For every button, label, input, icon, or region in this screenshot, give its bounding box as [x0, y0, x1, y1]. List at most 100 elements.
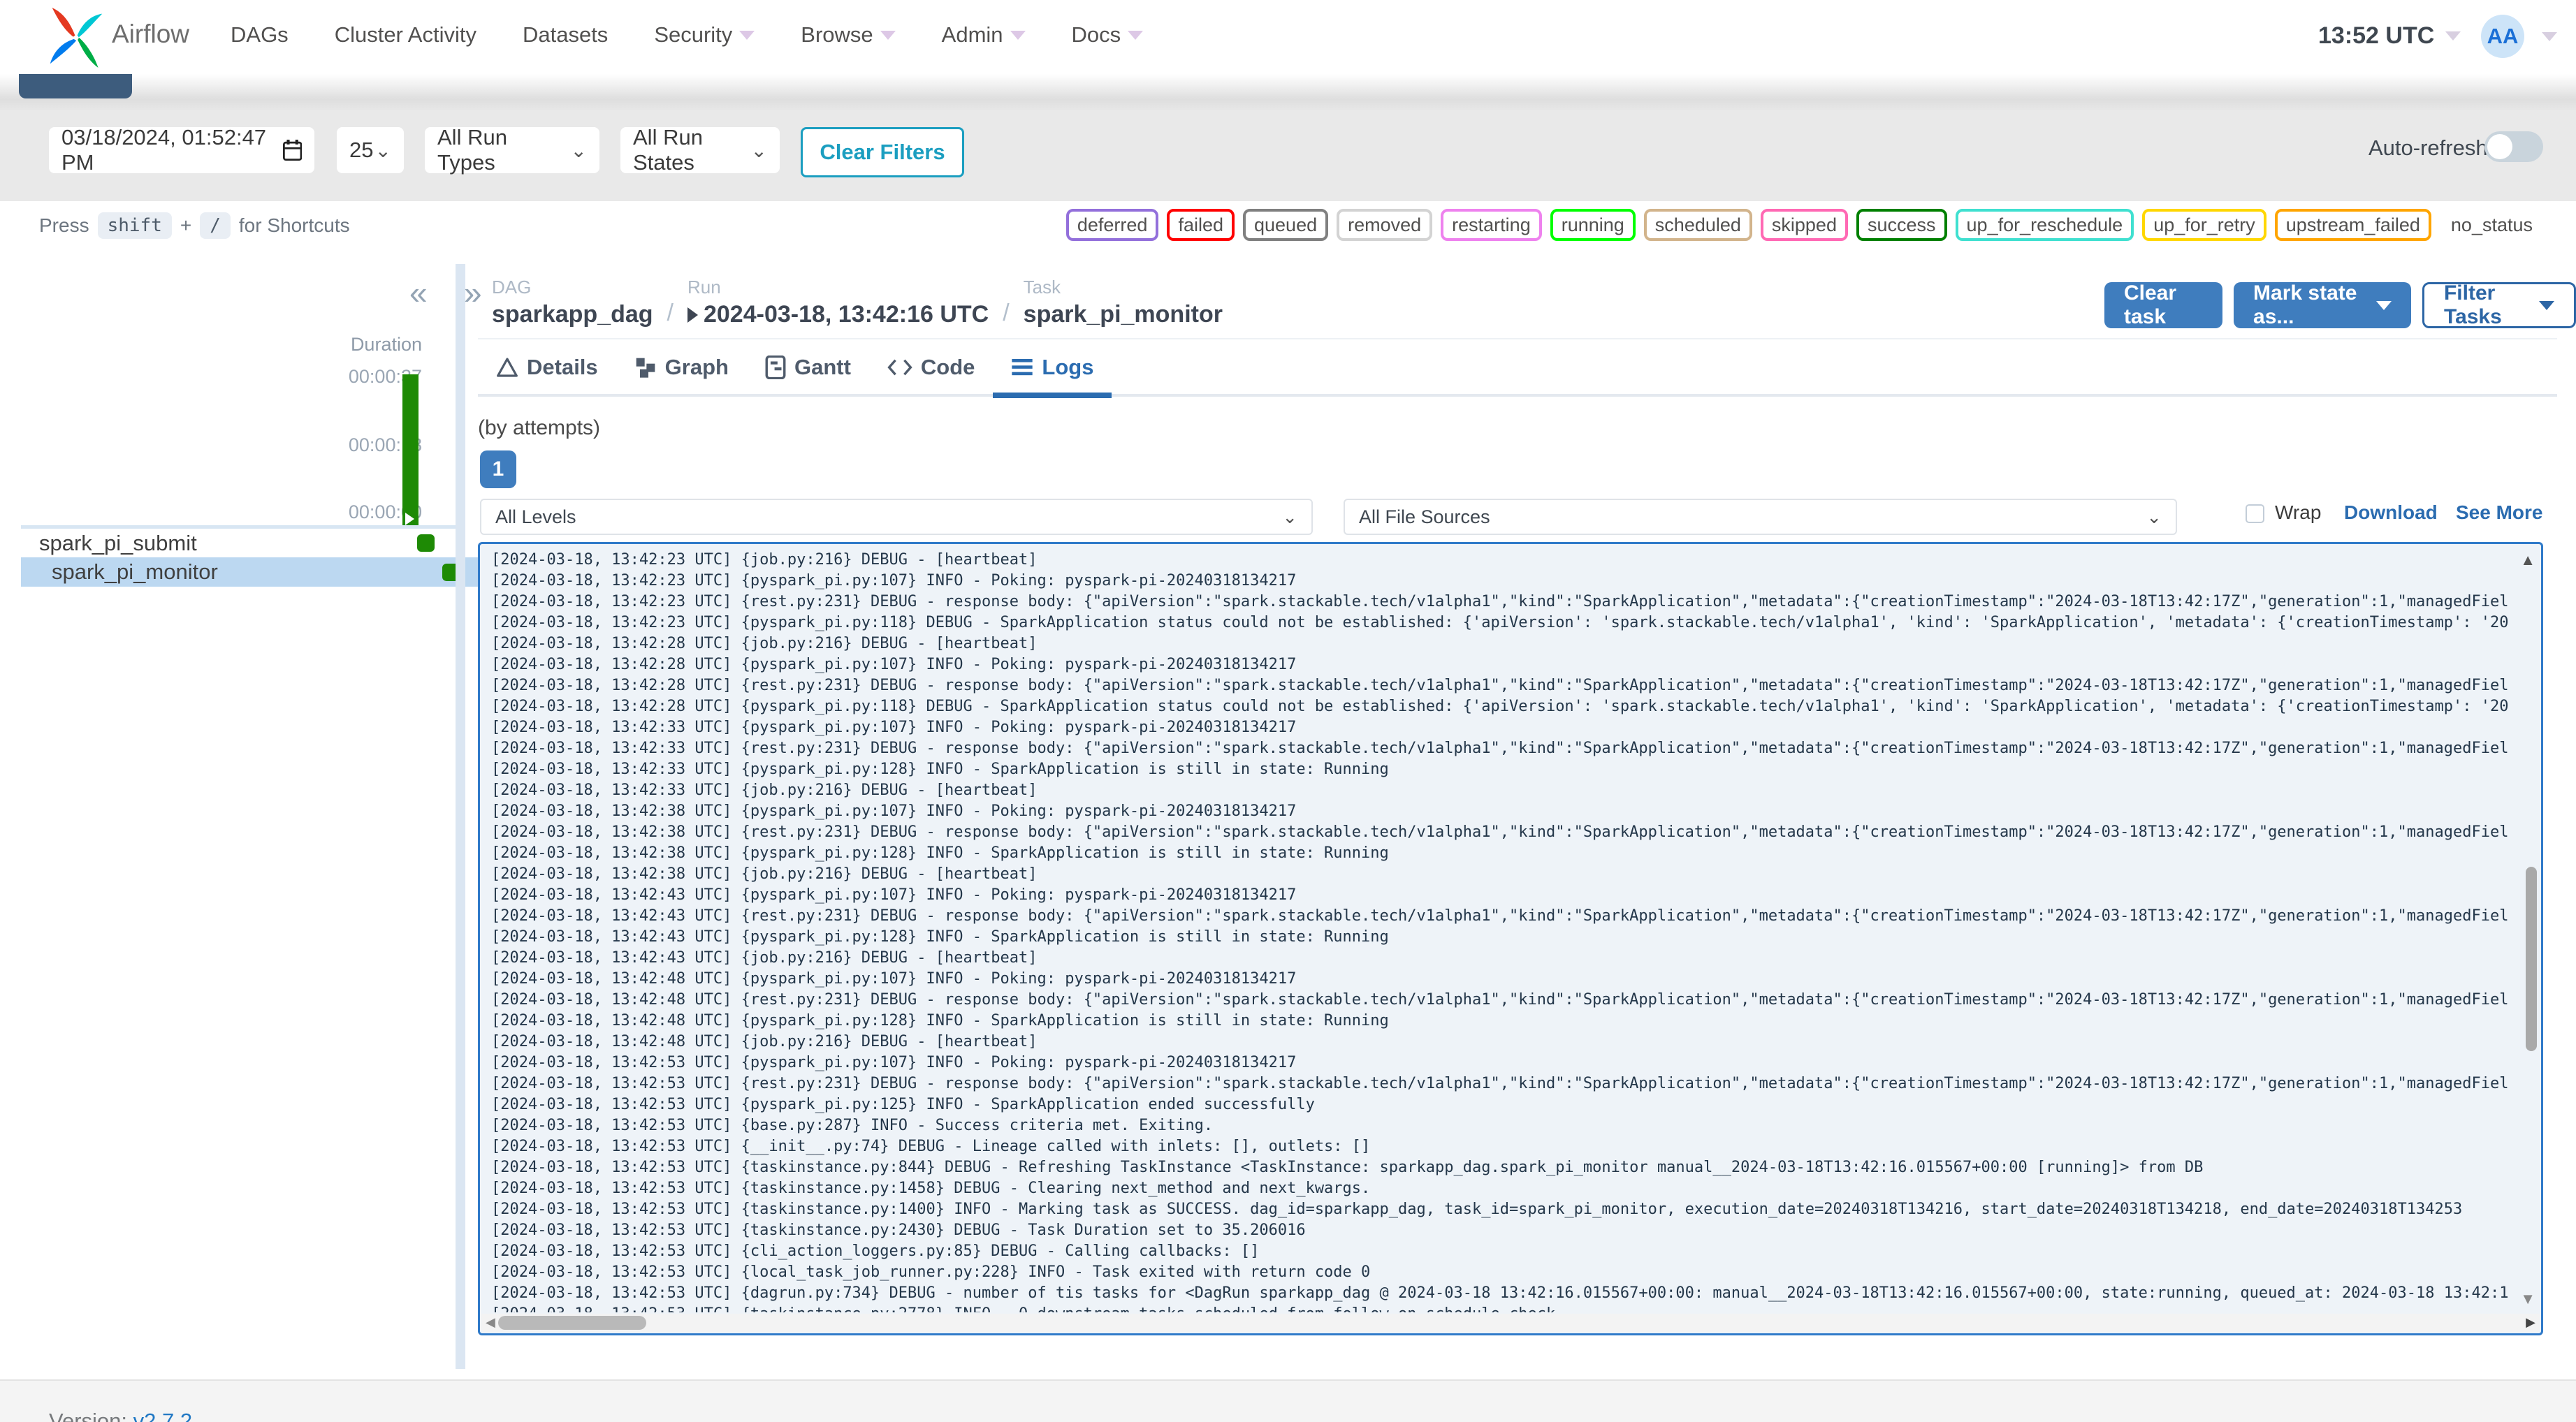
log-line: [2024-03-18, 13:42:28 UTC] {rest.py:231}… [491, 677, 2509, 694]
legend-removed[interactable]: removed [1337, 209, 1433, 241]
airflow-logo-icon[interactable] [46, 6, 106, 73]
run-states-select[interactable]: All Run States ⌄ [620, 125, 780, 175]
calendar-icon [282, 139, 302, 161]
log-line: [2024-03-18, 13:42:53 UTC] {base.py:287}… [491, 1117, 1214, 1134]
attempt-1-button[interactable]: 1 [480, 450, 516, 488]
task-row-spark-pi-monitor[interactable]: spark_pi_monitor [21, 557, 482, 587]
see-more-link[interactable]: See More [2456, 501, 2543, 524]
tab-graph[interactable]: Graph [616, 349, 747, 398]
log-line: [2024-03-18, 13:42:28 UTC] {pyspark_pi.p… [491, 656, 1297, 673]
log-line: [2024-03-18, 13:42:33 UTC] {job.py:216} … [491, 782, 1038, 799]
nav-item-admin[interactable]: Admin [942, 22, 1026, 47]
task-link[interactable]: spark_pi_monitor [1024, 301, 1223, 328]
legend-no-status[interactable]: no_status [2440, 209, 2544, 241]
base-date-input[interactable]: 03/18/2024, 01:52:47 PM [49, 125, 314, 175]
tab-code[interactable]: Code [869, 349, 994, 398]
auto-refresh-toggle[interactable] [2484, 131, 2543, 162]
legend-up-for-retry[interactable]: up_for_retry [2142, 209, 2266, 241]
legend-failed[interactable]: failed [1167, 209, 1235, 241]
log-line: [2024-03-18, 13:42:53 UTC] {pyspark_pi.p… [491, 1096, 1315, 1113]
log-line: [2024-03-18, 13:42:53 UTC] {taskinstance… [491, 1180, 1371, 1197]
legend-skipped[interactable]: skipped [1760, 209, 1848, 241]
log-line: [2024-03-18, 13:42:53 UTC] {cli_action_l… [491, 1243, 1260, 1260]
gantt-icon [765, 356, 786, 379]
nav-item-cluster-activity[interactable]: Cluster Activity [335, 22, 476, 47]
log-line: [2024-03-18, 13:42:23 UTC] {job.py:216} … [491, 551, 1038, 569]
nav-item-dags[interactable]: DAGs [231, 22, 289, 47]
log-line: [2024-03-18, 13:42:53 UTC] {dagrun.py:73… [491, 1284, 2509, 1302]
version-link[interactable]: v2.7.2 [133, 1409, 192, 1422]
chevron-down-icon: ⌄ [750, 139, 767, 161]
log-line: [2024-03-18, 13:42:43 UTC] {pyspark_pi.p… [491, 886, 1297, 904]
wrap-label: Wrap [2275, 501, 2322, 523]
legend-deferred[interactable]: deferred [1065, 209, 1159, 241]
horizontal-scrollbar[interactable]: ◀ ▶ [481, 1314, 2540, 1332]
log-line: [2024-03-18, 13:42:43 UTC] {job.py:216} … [491, 949, 1038, 967]
legend-running[interactable]: running [1550, 209, 1636, 241]
clock-dropdown[interactable]: 13:52 UTC [2318, 22, 2461, 50]
legend-scheduled[interactable]: scheduled [1643, 209, 1752, 241]
brand-title[interactable]: Airflow [112, 20, 189, 49]
log-line: [2024-03-18, 13:42:48 UTC] {job.py:216} … [491, 1033, 1038, 1050]
run-play-icon [687, 307, 698, 323]
scroll-down-arrow-icon[interactable]: ▼ [2520, 1290, 2535, 1308]
mark-state-as-button[interactable]: Mark state as... [2234, 281, 2411, 328]
vertical-scrollbar-thumb[interactable] [2526, 867, 2537, 1051]
auto-refresh-label: Auto-refresh [2368, 135, 2488, 160]
nav-item-docs[interactable]: Docs [1072, 22, 1144, 47]
log-line: [2024-03-18, 13:42:53 UTC] {taskinstance… [491, 1222, 1306, 1239]
manual-run-play-icon [405, 513, 414, 525]
legend-success[interactable]: success [1856, 209, 1947, 241]
task-row-spark-pi-submit[interactable]: spark_pi_submit [21, 529, 457, 557]
log-line: [2024-03-18, 13:42:43 UTC] {pyspark_pi.p… [491, 928, 1389, 946]
page-size-select[interactable]: 25 ⌄ [337, 127, 404, 173]
collapse-panel-icon[interactable]: « [409, 274, 428, 311]
run-types-select[interactable]: All Run Types ⌄ [425, 125, 599, 175]
avatar[interactable]: AA [2481, 15, 2524, 58]
download-link[interactable]: Download [2344, 501, 2438, 524]
duration-tick: 00:00:18 [348, 434, 422, 455]
clear-filters-button[interactable]: Clear Filters [801, 127, 964, 177]
log-line: [2024-03-18, 13:42:28 UTC] {pyspark_pi.p… [491, 698, 2509, 715]
file-sources-select[interactable]: All File Sources ⌄ [1344, 499, 2177, 535]
filter-tasks-button[interactable]: Filter Tasks [2422, 281, 2576, 328]
scrolled-button-partial[interactable] [19, 74, 132, 98]
log-output-box: [2024-03-18, 13:42:23 UTC] {job.py:216} … [478, 542, 2543, 1335]
duration-axis-label: Duration [350, 334, 422, 355]
breadcrumb-run: Run 2024-03-18, 13:42:16 UTC [687, 277, 989, 328]
expand-panel-icon[interactable]: » [464, 274, 482, 311]
chevron-down-icon [2445, 31, 2461, 41]
task-status-square[interactable] [417, 534, 435, 552]
tab-logs[interactable]: Logs [993, 349, 1112, 398]
chevron-down-icon [2375, 300, 2392, 310]
scroll-right-arrow-icon[interactable]: ▶ [2526, 1315, 2535, 1330]
scroll-up-arrow-icon[interactable]: ▲ [2520, 551, 2535, 569]
log-line: [2024-03-18, 13:42:33 UTC] {pyspark_pi.p… [491, 761, 1389, 778]
scroll-left-arrow-icon[interactable]: ◀ [486, 1315, 495, 1330]
dag-link[interactable]: sparkapp_dag [492, 301, 653, 328]
nav-menu: DAGs Cluster Activity Datasets Security … [231, 22, 1144, 47]
chevron-down-icon [739, 30, 755, 40]
warning-triangle-icon [497, 358, 518, 377]
nav-item-browse[interactable]: Browse [801, 22, 896, 47]
nav-item-datasets[interactable]: Datasets [523, 22, 608, 47]
log-levels-select[interactable]: All Levels ⌄ [480, 499, 1313, 535]
chevron-down-icon [1128, 30, 1144, 40]
horizontal-scrollbar-thumb[interactable] [498, 1316, 646, 1330]
tab-gantt[interactable]: Gantt [747, 349, 869, 398]
legend-upstream-failed[interactable]: upstream_failed [2274, 209, 2431, 241]
clear-task-button[interactable]: Clear task [2104, 281, 2223, 328]
log-line: [2024-03-18, 13:42:53 UTC] {rest.py:231}… [491, 1075, 2509, 1092]
log-line: [2024-03-18, 13:42:53 UTC] {taskinstance… [491, 1304, 2509, 1312]
tab-details[interactable]: Details [478, 349, 616, 398]
run-duration-bar[interactable] [402, 374, 419, 527]
wrap-checkbox[interactable] [2246, 504, 2264, 523]
nav-item-security[interactable]: Security [654, 22, 755, 47]
legend-queued[interactable]: queued [1243, 209, 1329, 241]
legend-up-for-reschedule[interactable]: up_for_reschedule [1955, 209, 2134, 241]
legend-restarting[interactable]: restarting [1441, 209, 1542, 241]
log-line: [2024-03-18, 13:42:38 UTC] {job.py:216} … [491, 865, 1038, 883]
chevron-down-icon [2542, 32, 2557, 41]
state-legend: deferred failed queued removed restartin… [1065, 209, 2544, 241]
run-link[interactable]: 2024-03-18, 13:42:16 UTC [687, 301, 989, 328]
